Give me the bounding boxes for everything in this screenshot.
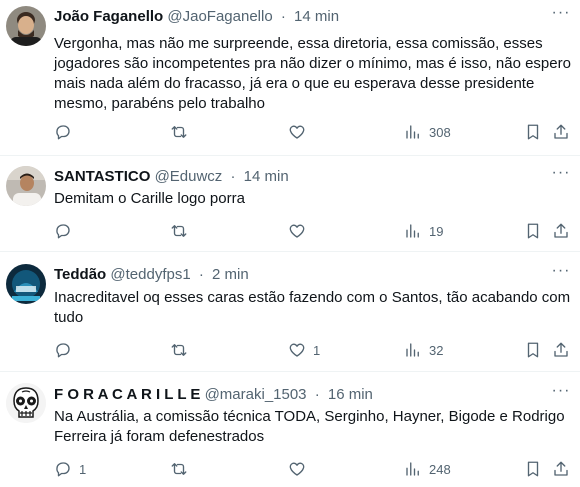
bookmark-button[interactable] xyxy=(524,121,542,143)
tweet[interactable]: Teddão @teddyfps1 · 2 min ··· Inacredita… xyxy=(0,252,580,372)
views-button[interactable]: 248 xyxy=(404,458,451,480)
bookmark-icon xyxy=(527,342,539,358)
reply-button[interactable] xyxy=(54,220,79,242)
reply-icon xyxy=(56,125,70,140)
more-options-button[interactable]: ··· xyxy=(550,263,572,284)
tweet-header: F O R A C A R I L L E @maraki_1503 · 16 … xyxy=(54,386,373,404)
bookmark-icon xyxy=(527,124,539,140)
tweet-text: Na Austrália, a comissão técnica TODA, S… xyxy=(54,408,565,445)
views-button[interactable]: 308 xyxy=(404,121,451,143)
views-count: 308 xyxy=(429,124,451,140)
tweet[interactable]: João Faganello @JaoFaganello · 14 min ··… xyxy=(0,0,580,156)
more-options-button[interactable]: ··· xyxy=(550,383,572,404)
reply-icon xyxy=(56,224,70,239)
views-button[interactable]: 19 xyxy=(404,220,443,242)
bookmark-button[interactable] xyxy=(524,220,542,242)
views-count: 32 xyxy=(429,342,444,358)
avatar[interactable] xyxy=(6,6,46,46)
user-handle[interactable]: @maraki_1503 xyxy=(205,386,307,403)
retweet-icon xyxy=(171,344,187,356)
like-button[interactable] xyxy=(288,220,313,242)
reply-button[interactable] xyxy=(54,121,79,143)
views-icon xyxy=(406,462,419,476)
action-bar: 19 xyxy=(54,220,580,242)
reply-icon xyxy=(56,462,70,477)
separator: · xyxy=(230,168,236,185)
separator: · xyxy=(280,8,286,25)
separator: · xyxy=(314,386,320,403)
retweet-icon xyxy=(171,126,187,138)
display-name[interactable]: João Faganello xyxy=(54,8,163,25)
views-icon xyxy=(406,224,419,238)
like-button[interactable]: 1 xyxy=(288,339,320,361)
views-count: 19 xyxy=(429,223,444,239)
avatar[interactable] xyxy=(6,383,46,423)
retweet-button[interactable] xyxy=(170,458,195,480)
user-handle[interactable]: @Eduwcz xyxy=(155,168,223,185)
like-count: 1 xyxy=(313,342,321,358)
share-button[interactable] xyxy=(552,121,570,143)
retweet-icon xyxy=(171,225,187,237)
tweet-header: João Faganello @JaoFaganello · 14 min xyxy=(54,8,339,26)
share-icon xyxy=(554,223,568,238)
more-options-button[interactable]: ··· xyxy=(550,5,572,26)
reply-icon xyxy=(56,343,70,358)
separator: · xyxy=(198,266,204,283)
share-button[interactable] xyxy=(552,458,570,480)
views-count: 248 xyxy=(429,461,451,477)
heart-icon xyxy=(289,462,305,476)
share-button[interactable] xyxy=(552,220,570,242)
views-icon xyxy=(406,343,419,357)
user-handle[interactable]: @JaoFaganello xyxy=(167,8,272,25)
bookmark-button[interactable] xyxy=(524,339,542,361)
action-bar: 1 248 xyxy=(54,458,580,480)
display-name[interactable]: F O R A C A R I L L E xyxy=(54,386,200,403)
tweet-header: Teddão @teddyfps1 · 2 min xyxy=(54,266,249,284)
reply-count: 1 xyxy=(79,461,87,477)
tweet-text: Demitam o Carille logo porra xyxy=(54,190,245,207)
share-icon xyxy=(554,124,568,139)
tweet-text: Inacreditavel oq esses caras estão fazen… xyxy=(54,289,571,326)
reply-button[interactable] xyxy=(54,339,79,361)
heart-icon xyxy=(289,125,305,139)
retweet-button[interactable] xyxy=(170,220,195,242)
timestamp[interactable]: 14 min xyxy=(244,168,289,185)
views-button[interactable]: 32 xyxy=(404,339,443,361)
heart-icon xyxy=(289,224,305,238)
tweet-header: SANTASTICO @Eduwcz · 14 min xyxy=(54,168,289,186)
retweet-icon xyxy=(171,463,187,475)
bookmark-icon xyxy=(527,461,539,477)
timestamp[interactable]: 14 min xyxy=(294,8,339,25)
views-icon xyxy=(406,125,419,139)
share-icon xyxy=(554,342,568,357)
timestamp[interactable]: 16 min xyxy=(328,386,373,403)
retweet-button[interactable] xyxy=(170,121,195,143)
more-options-button[interactable]: ··· xyxy=(550,165,572,186)
like-button[interactable] xyxy=(288,458,313,480)
share-icon xyxy=(554,461,568,476)
tweet[interactable]: F O R A C A R I L L E @maraki_1503 · 16 … xyxy=(0,372,580,487)
tweet-text: Vergonha, mas não me surpreende, essa di… xyxy=(54,35,571,112)
avatar[interactable] xyxy=(6,264,46,304)
avatar[interactable] xyxy=(6,166,46,206)
action-bar: 308 xyxy=(54,121,580,143)
timestamp[interactable]: 2 min xyxy=(212,266,249,283)
display-name[interactable]: SANTASTICO xyxy=(54,168,150,185)
bookmark-button[interactable] xyxy=(524,458,542,480)
heart-icon xyxy=(289,343,305,357)
share-button[interactable] xyxy=(552,339,570,361)
user-handle[interactable]: @teddyfps1 xyxy=(110,266,190,283)
display-name[interactable]: Teddão xyxy=(54,266,106,283)
action-bar: 1 32 xyxy=(54,339,580,361)
retweet-button[interactable] xyxy=(170,339,195,361)
like-button[interactable] xyxy=(288,121,313,143)
reply-button[interactable]: 1 xyxy=(54,458,86,480)
bookmark-icon xyxy=(527,223,539,239)
tweet[interactable]: SANTASTICO @Eduwcz · 14 min ··· Demitam … xyxy=(0,156,580,252)
